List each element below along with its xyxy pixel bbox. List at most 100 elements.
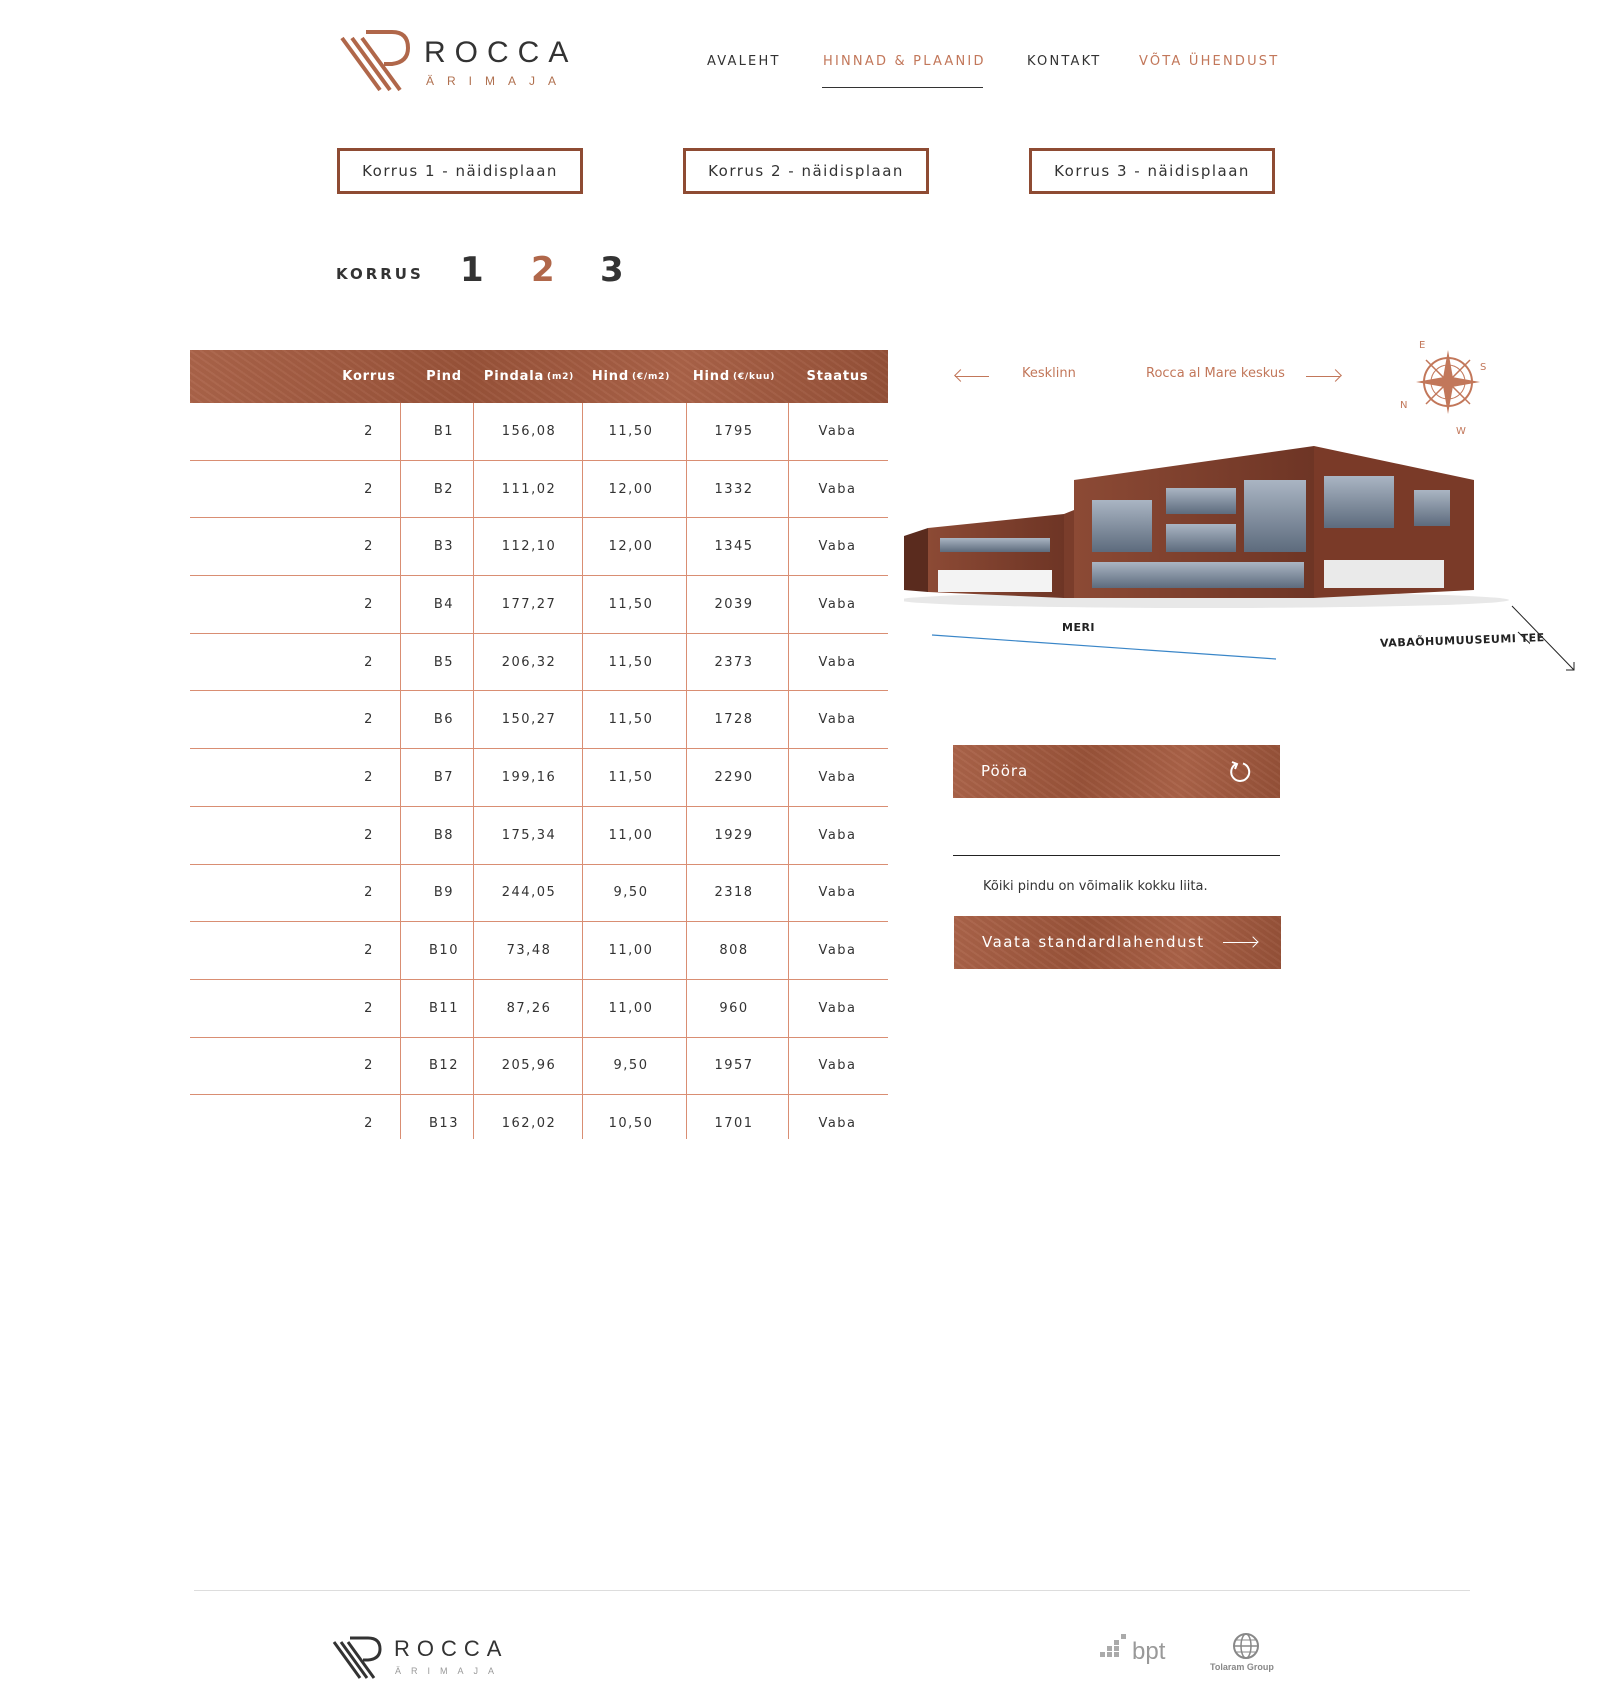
cell-hind-m2: 11,00 (608, 943, 654, 959)
table-col-divider (686, 403, 687, 1139)
partner-bpt-logo[interactable]: bpt (1100, 1634, 1165, 1668)
nav-vota-uhendust[interactable]: VÕTA ÜHENDUST (1139, 54, 1279, 69)
cell-hind-kuu: 2373 (714, 654, 754, 670)
right-arrow-head-icon (1329, 369, 1342, 382)
col-header-hind-kuu: Hind (€/kuu) (692, 369, 776, 384)
floor-2-link[interactable]: 2 (531, 250, 555, 290)
cell-pindala: 73,48 (506, 943, 552, 959)
nav-avaleht[interactable]: AVALEHT (707, 54, 781, 69)
col-header-staatus: Staatus (806, 369, 869, 384)
partner-tolaram-logo[interactable]: Tolaram Group (1210, 1632, 1282, 1676)
table-row[interactable]: 2 B5 206,32 11,50 2373 Vaba (190, 634, 888, 692)
table-row[interactable]: 2 B11 87,26 11,00 960 Vaba (190, 980, 888, 1038)
table-col-divider (400, 403, 401, 1139)
map-label-meri: MERI (1062, 621, 1096, 634)
plan-floor-3-button[interactable]: Korrus 3 - näidisplaan (1029, 148, 1275, 194)
cell-hind-m2: 11,50 (608, 654, 654, 670)
nav-hinnad-plaanid[interactable]: HINNAD & PLAANID (823, 54, 986, 69)
cell-pindala: 162,02 (501, 1116, 557, 1132)
arrow-right-icon (1223, 942, 1257, 943)
building-illustration (904, 446, 1509, 608)
footer-logo-name: ROCCA (394, 1636, 509, 1661)
compass-letter: W (1456, 426, 1466, 437)
tolaram-text: Tolaram Group (1210, 1662, 1274, 1672)
table-col-divider (473, 403, 474, 1139)
plan-floor-2-button[interactable]: Korrus 2 - näidisplaan (683, 148, 929, 194)
view-standard-button-label: Vaata standardlahendust (982, 933, 1205, 951)
cell-hind-m2: 11,50 (608, 712, 654, 728)
cell-staatus: Vaba (818, 539, 857, 555)
direction-rocca-al-mare[interactable]: Rocca al Mare keskus (1146, 366, 1285, 381)
left-arrow-head-icon (954, 369, 967, 382)
cell-hind-kuu: 1929 (714, 827, 754, 843)
rotate-button[interactable]: Pööra (953, 745, 1280, 798)
globe-icon (1233, 1633, 1259, 1659)
compass-letter: N (1400, 400, 1407, 411)
cell-hind-m2: 10,50 (608, 1116, 654, 1132)
cell-staatus: Vaba (818, 481, 857, 497)
cell-hind-kuu: 2290 (714, 769, 754, 785)
table-row[interactable]: 2 B3 112,10 12,00 1345 Vaba (190, 518, 888, 577)
direction-kesklinn[interactable]: Kesklinn (1022, 366, 1076, 381)
cell-hind-m2: 11,00 (608, 1000, 654, 1016)
table-row[interactable]: 2 B10 73,48 11,00 808 Vaba (190, 922, 888, 980)
table-row[interactable]: 2 B1 156,08 11,50 1795 Vaba (190, 403, 888, 461)
cell-pindala: 112,10 (501, 539, 557, 555)
cell-hind-kuu: 2318 (714, 885, 754, 901)
rocca-footer-logo-icon (332, 1636, 382, 1679)
table-row[interactable]: 2 B8 175,34 11,00 1929 Vaba (190, 807, 888, 865)
table-row[interactable]: 2 B2 111,02 12,00 1332 Vaba (190, 461, 888, 519)
cell-hind-kuu: 2039 (714, 596, 754, 612)
cell-hind-kuu: 1795 (714, 423, 754, 439)
cell-staatus: Vaba (818, 943, 857, 959)
cell-pindala: 199,16 (501, 769, 557, 785)
cell-staatus: Vaba (818, 1116, 857, 1132)
nav-active-underline (822, 87, 983, 88)
table-row[interactable]: 2 B9 244,05 9,50 2318 Vaba (190, 865, 888, 923)
cell-pindala: 111,02 (501, 481, 557, 497)
cell-pindala: 244,05 (501, 885, 557, 901)
cell-staatus: Vaba (818, 712, 857, 728)
cell-hind-kuu: 1701 (714, 1116, 754, 1132)
cell-staatus: Vaba (818, 423, 857, 439)
logo-subtitle: ÄRIMAJA (426, 74, 570, 88)
table-row[interactable]: 2 B13 162,02 10,50 1701 Vaba (190, 1095, 888, 1152)
col-header-hind-m2: Hind (€/m2) (591, 369, 671, 384)
cell-hind-m2: 11,50 (608, 769, 654, 785)
site-logo[interactable]: ROCCA ÄRIMAJA (340, 24, 580, 96)
cell-staatus: Vaba (818, 885, 857, 901)
cell-staatus: Vaba (818, 596, 857, 612)
footer-logo[interactable]: ROCCA ÄRIMAJA (332, 1632, 532, 1682)
compass-letter: E (1419, 340, 1425, 351)
table-col-divider (788, 403, 789, 1139)
cell-hind-kuu: 1728 (714, 712, 754, 728)
col-header-pindala: Pindala (m2) (483, 369, 575, 384)
bpt-icon (1100, 1634, 1126, 1657)
table-row[interactable]: 2 B7 199,16 11,50 2290 Vaba (190, 749, 888, 807)
plan-floor-1-button[interactable]: Korrus 1 - näidisplaan (337, 148, 583, 194)
compass-letter: S (1480, 362, 1486, 373)
floor-1-link[interactable]: 1 (460, 250, 484, 290)
cell-hind-m2: 11,50 (608, 596, 654, 612)
table-header: Korrus Pind Pindala (m2) Hind (€/m2) Hind(… (190, 350, 888, 403)
cell-hind-m2: 11,50 (608, 423, 654, 439)
table-row[interactable]: 2 B12 205,96 9,50 1957 Vaba (190, 1038, 888, 1096)
cell-hind-kuu: 808 (719, 943, 749, 959)
table-row[interactable]: 2 B4 177,27 11,50 2039 Vaba (190, 576, 888, 634)
floor-selector-label: KORRUS (336, 265, 424, 283)
cell-hind-kuu: 1957 (714, 1058, 754, 1074)
cell-staatus: Vaba (818, 654, 857, 670)
view-standard-button[interactable]: Vaata standardlahendust (954, 916, 1281, 969)
floor-3-link[interactable]: 3 (600, 250, 624, 290)
nav-kontakt[interactable]: KONTAKT (1027, 54, 1101, 69)
cell-staatus: Vaba (818, 1058, 857, 1074)
cell-pindala: 156,08 (501, 423, 557, 439)
footer-divider (194, 1590, 1470, 1591)
cell-pindala: 150,27 (501, 712, 557, 728)
cell-pindala: 87,26 (506, 1000, 552, 1016)
cell-hind-kuu: 960 (719, 1000, 749, 1016)
table-col-divider (582, 403, 583, 1139)
rocca-logo-icon (340, 30, 410, 92)
logo-name: ROCCA (424, 36, 578, 69)
table-row[interactable]: 2 B6 150,27 11,50 1728 Vaba (190, 691, 888, 750)
